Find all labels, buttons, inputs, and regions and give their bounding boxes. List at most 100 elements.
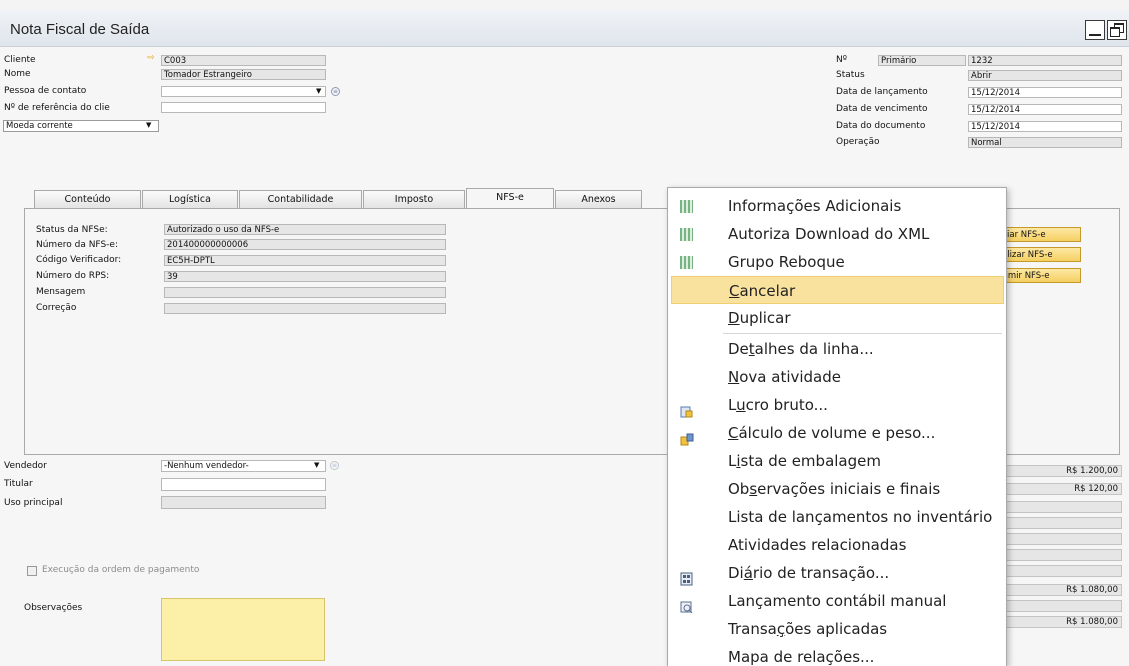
status-field[interactable]: Abrir — [968, 70, 1122, 81]
numero-field[interactable]: 1232 — [968, 55, 1122, 66]
totals-field[interactable] — [998, 600, 1122, 612]
menu-item-nova-atividade[interactable]: Nova atividade — [669, 363, 1005, 391]
menu-item-lucro-bruto[interactable]: Lucro bruto... — [669, 391, 1005, 419]
manual-entry-icon — [680, 595, 693, 614]
desconto-field[interactable]: R$ 120,00 — [998, 483, 1122, 495]
data-lancamento-label: Data de lançamento — [836, 87, 928, 97]
nfse-correcao-label: Correção — [36, 303, 77, 313]
num-referencia-label: Nº de referência do clie — [4, 103, 110, 113]
menu-item-transacoes-aplicadas[interactable]: Transações aplicadas — [669, 615, 1005, 643]
operacao-field[interactable]: Normal — [968, 137, 1122, 148]
vendedor-label: Vendedor — [4, 461, 47, 471]
gross-profit-icon — [680, 399, 693, 418]
nfse-codigo-field[interactable]: EC5H-DPTL — [164, 255, 446, 266]
data-documento-label: Data do documento — [836, 121, 926, 131]
atualizar-nfse-button[interactable]: alizar NFS-e — [998, 247, 1081, 262]
menu-item-observacoes-iniciais-finais[interactable]: Observações iniciais e finais — [669, 475, 1005, 503]
saldo-devido-field[interactable]: R$ 1.080,00 — [998, 616, 1122, 628]
numero-label: Nº — [836, 55, 847, 65]
totals-field[interactable] — [998, 533, 1122, 545]
totals-field[interactable] — [998, 565, 1122, 577]
menu-item-grupo-reboque[interactable]: Grupo Reboque — [669, 248, 1005, 276]
title-bar: Nota Fiscal de Saída — [0, 10, 1129, 47]
nfse-mensagem-label: Mensagem — [36, 287, 86, 297]
nfse-rps-label: Número do RPS: — [36, 271, 110, 281]
restore-button[interactable] — [1107, 20, 1127, 40]
tab-contabilidade[interactable]: Contabilidade — [239, 190, 362, 208]
nfse-status-field[interactable]: Autorizado o uso da NFS-e — [164, 224, 446, 235]
link-arrow-icon[interactable]: ⇨ — [147, 53, 155, 63]
menu-item-duplicar[interactable]: Duplicar — [669, 304, 1005, 332]
menu-item-lancamento-contabil-manual[interactable]: Lançamento contábil manual — [669, 587, 1005, 615]
menu-item-cancelar[interactable]: Cancelar — [671, 276, 1004, 304]
status-label: Status — [836, 70, 865, 80]
total-antes-desconto-field[interactable]: R$ 1.200,00 — [998, 465, 1122, 477]
nome-field[interactable]: Tomador Estrangeiro — [161, 69, 326, 80]
execucao-checkbox[interactable] — [27, 566, 37, 576]
menu-item-diario-transacao[interactable]: Diário de transação... — [669, 559, 1005, 587]
totals-field[interactable] — [998, 517, 1122, 529]
tab-imposto[interactable]: Imposto — [363, 190, 465, 208]
nfse-codigo-label: Código Verificador: — [36, 255, 122, 265]
observacoes-textarea[interactable] — [161, 598, 325, 661]
data-lancamento-field[interactable]: 15/12/2014 — [968, 87, 1122, 98]
nfse-correcao-field[interactable] — [164, 303, 446, 314]
context-menu: Informações Adicionais Autoriza Download… — [667, 187, 1007, 666]
totals-field[interactable] — [998, 549, 1122, 561]
enviar-nfse-button[interactable]: viar NFS-e — [998, 227, 1081, 242]
menu-item-mapa-relacoes[interactable]: Mapa de relações... — [669, 643, 1005, 666]
grid-icon — [680, 200, 693, 213]
volume-weight-icon — [680, 427, 694, 446]
tab-nfse[interactable]: NFS-e — [466, 188, 554, 209]
series-dropdown[interactable]: Primário — [878, 55, 966, 66]
pessoa-contato-label: Pessoa de contato — [4, 86, 87, 96]
menu-item-calculo-volume-peso[interactable]: Cálculo de volume e peso... — [669, 419, 1005, 447]
journal-icon — [680, 567, 693, 586]
tab-logistica[interactable]: Logística — [142, 190, 238, 208]
menu-item-informacoes-adicionais[interactable]: Informações Adicionais — [669, 192, 1005, 220]
nfse-mensagem-field[interactable] — [164, 287, 446, 298]
minimize-button[interactable] — [1085, 20, 1105, 40]
window-title: Nota Fiscal de Saída — [10, 21, 150, 38]
cliente-label: Cliente — [4, 55, 36, 65]
observacoes-label: Observações — [24, 603, 83, 613]
menu-item-detalhes-linha[interactable]: Detalhes da linha... — [669, 335, 1005, 363]
nome-label: Nome — [4, 69, 31, 79]
info-icon[interactable]: ≡ — [331, 87, 340, 96]
titular-field[interactable] — [161, 478, 326, 491]
total-field[interactable]: R$ 1.080,00 — [998, 584, 1122, 596]
grid-icon — [680, 256, 693, 269]
tab-conteudo[interactable]: Conteúdo — [34, 190, 141, 208]
data-vencimento-field[interactable]: 15/12/2014 — [968, 104, 1122, 115]
operacao-label: Operação — [836, 137, 880, 147]
tab-anexos[interactable]: Anexos — [555, 190, 642, 208]
totals-field[interactable] — [998, 501, 1122, 513]
data-documento-field[interactable]: 15/12/2014 — [968, 121, 1122, 132]
num-referencia-field[interactable] — [161, 102, 326, 113]
nfse-numero-field[interactable]: 201400000000006 — [164, 239, 446, 250]
menu-item-lista-embalagem[interactable]: Lista de embalagem — [669, 447, 1005, 475]
imprimir-nfse-button[interactable]: rimir NFS-e — [998, 268, 1081, 283]
pessoa-contato-dropdown[interactable] — [161, 86, 326, 97]
data-vencimento-label: Data de vencimento — [836, 104, 928, 114]
chevron-down-icon[interactable]: ▼ — [314, 461, 319, 469]
grid-icon — [680, 228, 693, 241]
menu-item-atividades-relacionadas[interactable]: Atividades relacionadas — [669, 531, 1005, 559]
uso-principal-label: Uso principal — [4, 498, 63, 508]
chevron-down-icon[interactable]: ▼ — [316, 87, 321, 95]
nfse-numero-label: Número da NFS-e: — [36, 240, 118, 250]
uso-principal-field[interactable] — [161, 496, 326, 509]
menu-separator — [723, 333, 1002, 334]
nfse-rps-field[interactable]: 39 — [164, 271, 446, 282]
sales-invoice-window: Nota Fiscal de Saída Cliente ⇨ C003 Nome… — [0, 0, 1129, 666]
menu-item-autoriza-download-xml[interactable]: Autoriza Download do XML — [669, 220, 1005, 248]
execucao-label: Execução da ordem de pagamento — [42, 565, 200, 575]
vendedor-dropdown[interactable]: -Nenhum vendedor- — [161, 460, 326, 472]
moeda-dropdown[interactable]: Moeda corrente — [3, 120, 159, 132]
nfse-status-label: Status da NFSe: — [36, 225, 108, 235]
info-icon[interactable]: ≡ — [330, 461, 339, 470]
chevron-down-icon[interactable]: ▼ — [146, 121, 151, 129]
menu-item-lista-lancamentos-inventario[interactable]: Lista de lançamentos no inventário — [669, 503, 1005, 531]
cliente-field[interactable]: C003 — [161, 55, 326, 66]
titular-label: Titular — [4, 479, 33, 489]
